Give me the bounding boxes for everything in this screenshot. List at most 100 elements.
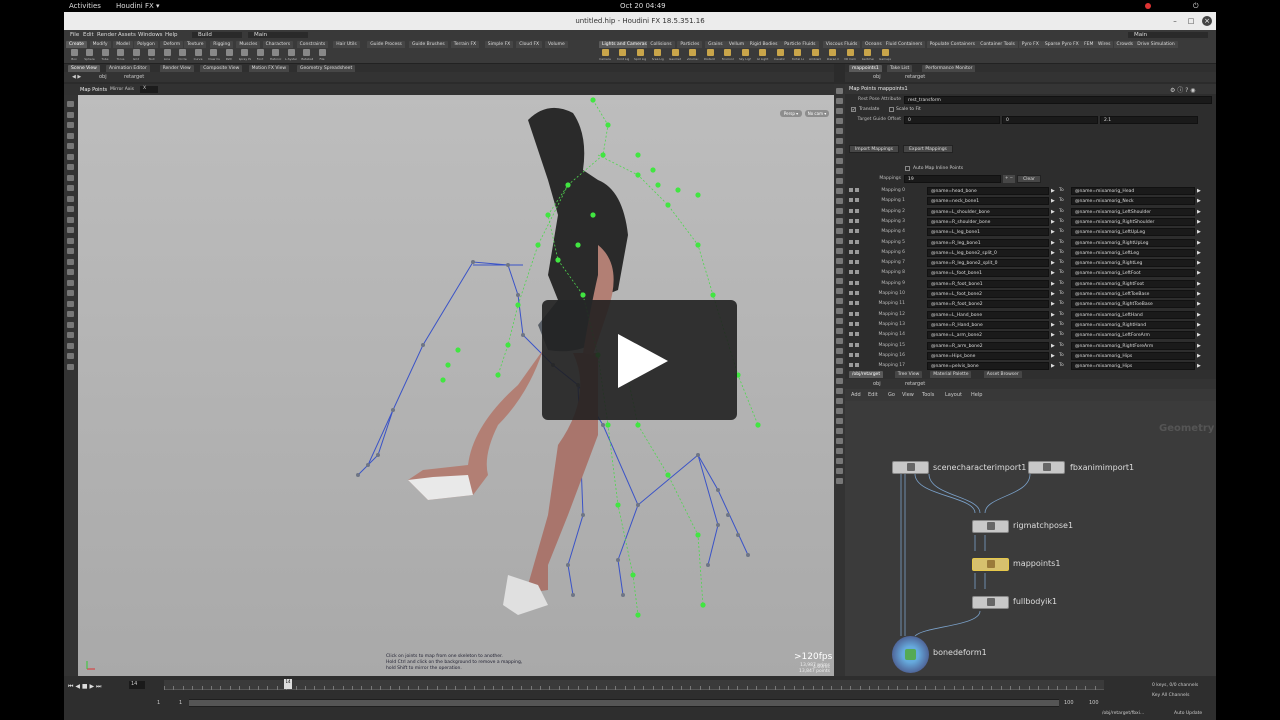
rest-pose-field[interactable]: rest_transform xyxy=(904,96,1212,104)
network-tab[interactable]: Asset Browser xyxy=(983,371,1022,378)
target-joint[interactable] xyxy=(726,513,730,517)
source-joint[interactable] xyxy=(695,532,701,538)
export-mappings-button[interactable]: Export Mappings xyxy=(903,145,953,153)
mapping-source-field[interactable]: @name=head_bone xyxy=(927,187,1049,195)
viewport-tool-icon[interactable] xyxy=(67,185,74,191)
shelf-tool[interactable]: Box xyxy=(68,49,80,63)
network-tab[interactable]: Material Palette xyxy=(930,371,972,378)
app-menu-button[interactable]: Houdini FX ▾ xyxy=(116,2,160,10)
display-option-icon[interactable] xyxy=(836,118,843,124)
mapping-target-field[interactable]: @name=mixamorig_LeftLeg xyxy=(1071,248,1195,257)
step-back-icon[interactable]: ◀ xyxy=(75,683,80,690)
source-joint[interactable] xyxy=(545,212,551,218)
target-joint[interactable] xyxy=(471,260,475,264)
viewport-tool-icon[interactable] xyxy=(67,206,74,212)
network-menu-item[interactable]: Help xyxy=(971,392,982,398)
shelf-tab[interactable]: Fluid Containers xyxy=(882,41,926,48)
shelf-tab[interactable]: Hair Utils xyxy=(333,41,360,48)
display-option-icon[interactable] xyxy=(836,218,843,224)
current-frame-field[interactable]: 14 xyxy=(129,681,145,689)
mapping-source-arrow-icon[interactable]: ▶ xyxy=(1051,187,1056,195)
shelf-tab[interactable]: Rigid Bodies xyxy=(746,41,781,48)
viewport-tool-icon[interactable] xyxy=(67,332,74,338)
shelf-tab[interactable]: Particles xyxy=(677,41,703,48)
shelf-tab[interactable]: Drive Simulation xyxy=(1134,41,1178,48)
viewport-tool-icon[interactable] xyxy=(67,195,74,202)
mapping-target-field[interactable]: @name=mixamorig_RightShoulder xyxy=(1071,217,1195,226)
target-joint[interactable] xyxy=(521,333,525,337)
target-joint[interactable] xyxy=(706,563,710,567)
display-option-icon[interactable] xyxy=(836,308,843,314)
viewport-tool-icon[interactable] xyxy=(67,237,74,244)
shelf-tool[interactable]: Environment Light xyxy=(722,49,734,63)
menu-file[interactable]: File xyxy=(70,32,79,38)
shelf-tool[interactable]: Camera xyxy=(599,49,611,63)
source-joint[interactable] xyxy=(675,187,681,193)
mapping-target-arrow-icon[interactable]: ▶ xyxy=(1197,259,1202,267)
network-menu-item[interactable]: Tools xyxy=(922,392,934,398)
shelf-tab[interactable]: Oceans xyxy=(862,41,885,48)
display-option-icon[interactable] xyxy=(836,448,843,454)
viewport-tool-icon[interactable] xyxy=(67,342,74,349)
key-all-channels-button[interactable]: Key All Channels xyxy=(1152,693,1189,698)
target-joint[interactable] xyxy=(621,593,625,597)
target-joint[interactable] xyxy=(581,513,585,517)
source-joint[interactable] xyxy=(505,342,511,348)
shelf-tab[interactable]: Muscles xyxy=(236,41,261,48)
mapping-target-field[interactable]: @name=mixamorig_RightHand xyxy=(1071,320,1195,329)
mapping-source-arrow-icon[interactable]: ▶ xyxy=(1051,362,1056,370)
import-mappings-button[interactable]: Import Mappings xyxy=(849,145,899,153)
shelf-tool[interactable]: Geometry Light xyxy=(669,49,681,63)
shelf-tool[interactable]: Point Light xyxy=(617,49,629,63)
pane-tab[interactable]: Take List xyxy=(887,65,913,72)
mapping-target-arrow-icon[interactable]: ▶ xyxy=(1197,197,1202,205)
network-menu-item[interactable]: Go xyxy=(888,392,895,398)
mapping-target-arrow-icon[interactable]: ▶ xyxy=(1197,280,1202,288)
mapping-source-field[interactable]: @name=R_foot_bone2 xyxy=(927,300,1049,309)
shelf-tab[interactable]: Crowds xyxy=(1113,41,1137,48)
mappings-count-field[interactable]: 19 xyxy=(904,175,1001,183)
stop-icon[interactable]: ■ xyxy=(82,683,88,690)
mapping-target-arrow-icon[interactable]: ▶ xyxy=(1197,311,1202,319)
source-joint[interactable] xyxy=(600,152,606,158)
shelf-tab[interactable]: Sparse Pyro FX xyxy=(1041,41,1082,48)
viewport-tool-icon[interactable] xyxy=(67,111,74,118)
mapping-target-field[interactable]: @name=mixamorig_LeftToeBase xyxy=(1071,290,1195,298)
source-joint[interactable] xyxy=(650,167,656,173)
menu-render[interactable]: Render xyxy=(97,32,117,38)
network-menu-item[interactable]: Layout xyxy=(945,392,962,398)
network-editor[interactable]: Geometry scenecharacterimport1 fbxanimim… xyxy=(845,401,1216,676)
source-joint[interactable] xyxy=(535,242,541,248)
node-scenecharacterimport1[interactable] xyxy=(892,461,929,474)
viewport-tool-icon[interactable] xyxy=(67,174,74,181)
shelf-tool[interactable]: Grid xyxy=(130,49,142,63)
display-option-icon[interactable] xyxy=(836,168,843,174)
mapping-source-field[interactable]: @name=neck_bone1 xyxy=(927,197,1049,206)
mapping-source-field[interactable]: @name=Hips_bone xyxy=(927,351,1049,360)
mapping-source-field[interactable]: @name=R_leg_bone1 xyxy=(927,238,1049,247)
source-joint[interactable] xyxy=(515,302,521,308)
mapping-target-arrow-icon[interactable]: ▶ xyxy=(1197,362,1202,370)
shelf-tab[interactable]: Cloud FX xyxy=(516,41,543,48)
range-slider[interactable] xyxy=(189,699,1059,707)
display-option-icon[interactable] xyxy=(836,228,843,234)
clock[interactable]: Oct 20 04:49 xyxy=(620,2,666,10)
viewport-tool-icon[interactable] xyxy=(67,269,74,275)
display-option-icon[interactable] xyxy=(836,268,843,274)
source-joint[interactable] xyxy=(555,257,561,263)
maximize-icon[interactable]: □ xyxy=(1186,16,1196,26)
display-option-icon[interactable] xyxy=(836,248,843,254)
target-joint[interactable] xyxy=(376,453,380,457)
target-joint[interactable] xyxy=(391,408,395,412)
range-start[interactable]: 1 xyxy=(157,700,160,706)
path-obj[interactable]: obj xyxy=(99,74,107,80)
display-option-icon[interactable] xyxy=(836,298,843,304)
shelf-tab[interactable]: Texture xyxy=(184,41,207,48)
target-joint[interactable] xyxy=(571,593,575,597)
display-option-icon[interactable] xyxy=(836,348,843,354)
shelf-tab[interactable]: Lights and Cameras xyxy=(599,41,650,48)
mirror-axis-select[interactable]: X xyxy=(140,86,158,93)
mapping-target-field[interactable]: @name=mixamorig_LeftUpLeg xyxy=(1071,228,1195,237)
source-joint[interactable] xyxy=(635,612,641,618)
display-option-icon[interactable] xyxy=(836,198,843,204)
